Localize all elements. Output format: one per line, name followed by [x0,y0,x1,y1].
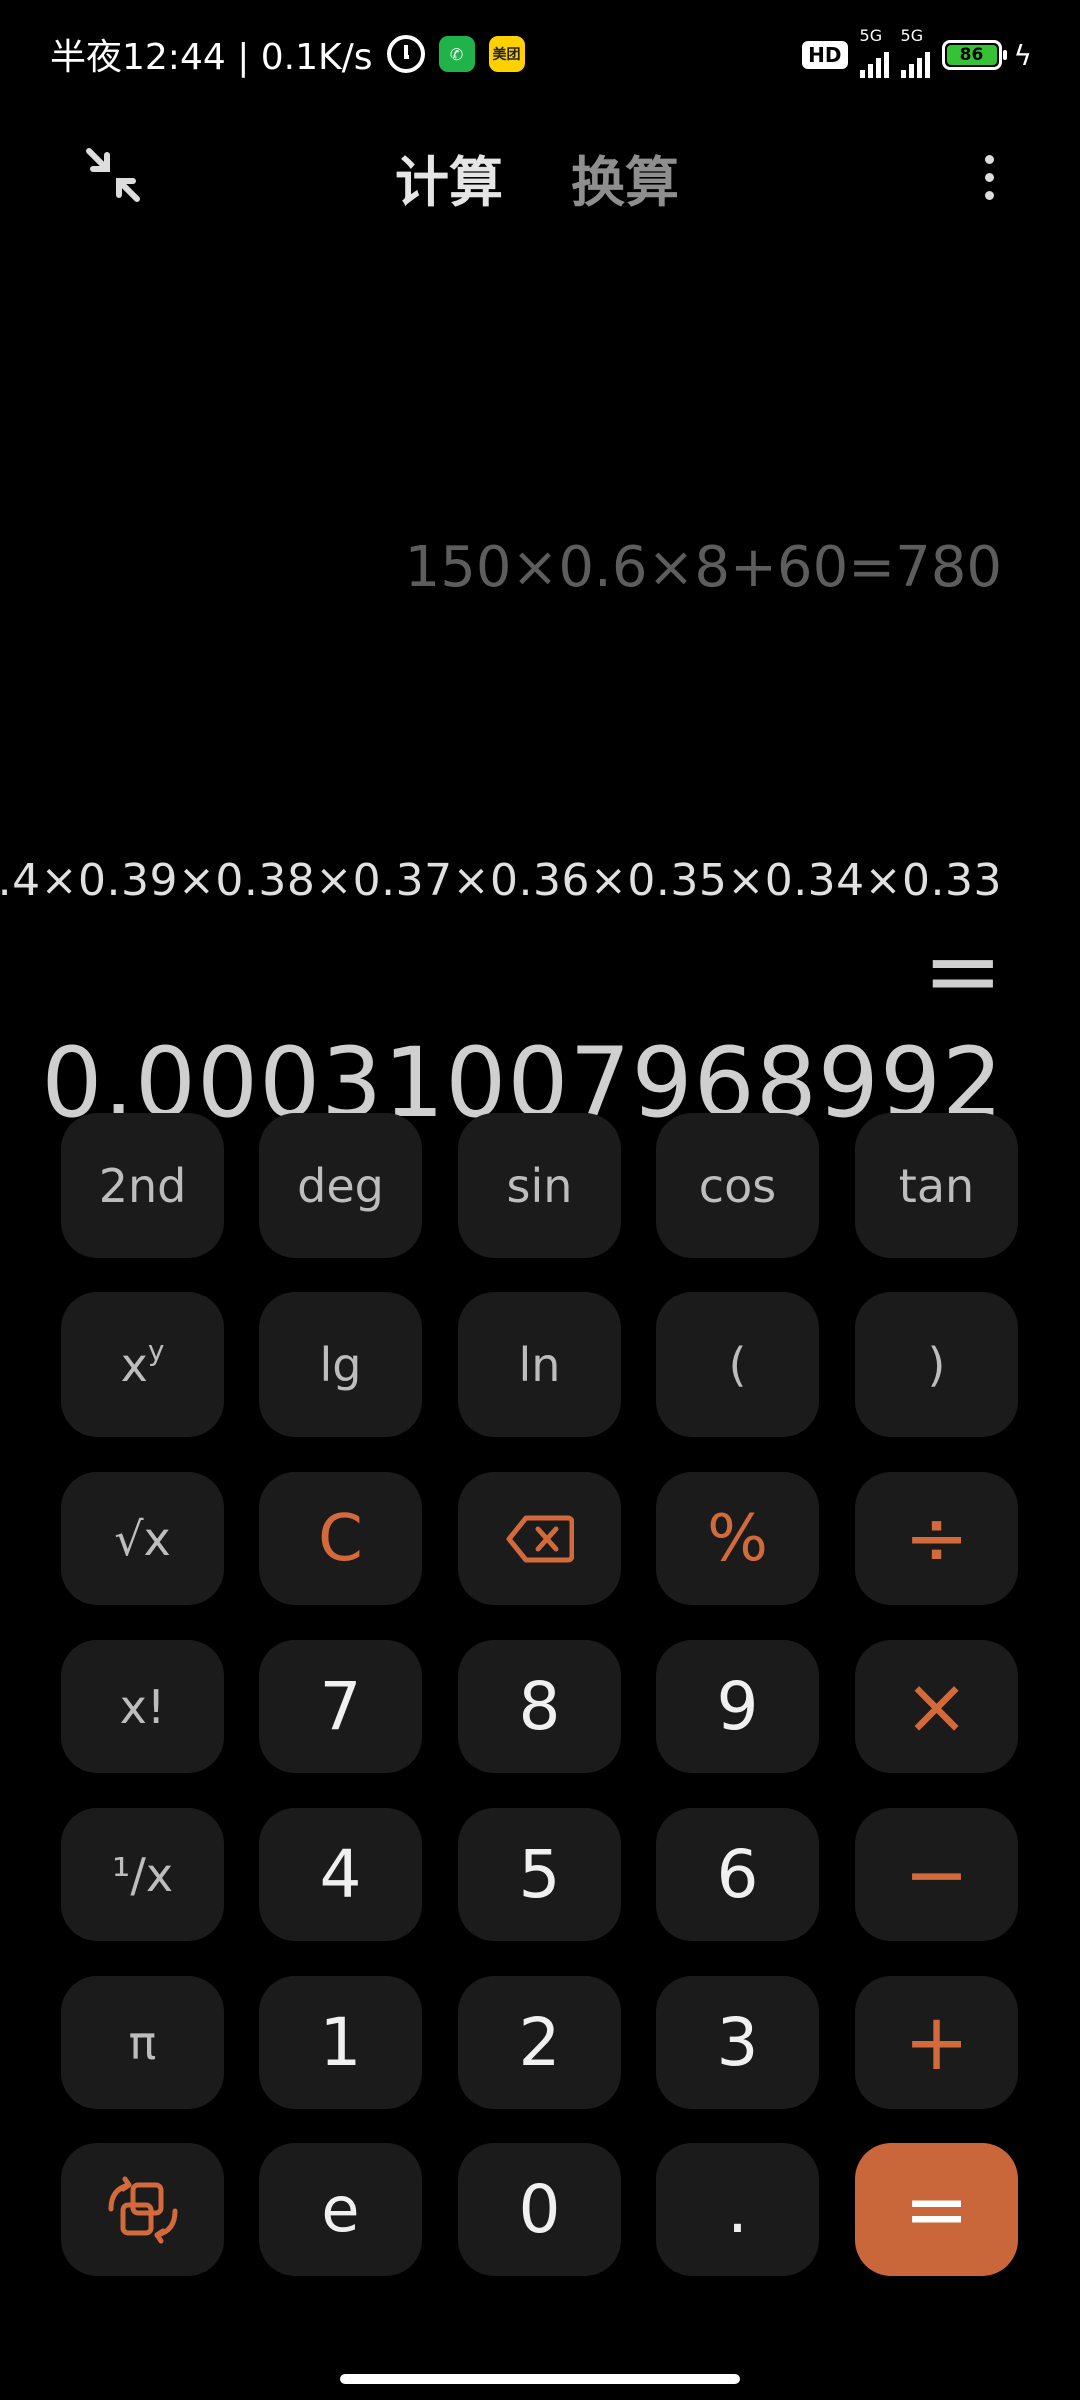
key-left-paren[interactable]: ( [656,1292,819,1437]
key-lg[interactable]: lg [259,1292,422,1437]
tab-convert[interactable]: 换算 [571,138,679,217]
key-decimal[interactable]: . [656,2143,819,2276]
battery-level: 86 [946,45,997,65]
collapse-button[interactable] [78,140,148,210]
key-ln[interactable]: ln [458,1292,621,1437]
home-indicator[interactable] [340,2374,740,2384]
key-reciprocal[interactable]: ¹/x [61,1808,224,1941]
key-5[interactable]: 5 [458,1808,621,1941]
key-percent[interactable]: % [656,1472,819,1605]
key-right-paren[interactable]: ) [855,1292,1018,1437]
sim2-network-label: 5G [900,26,924,45]
more-dot-icon [984,154,994,164]
charging-icon: ϟ [1013,38,1032,72]
history-line[interactable]: 150×0.6×8+60=780 [405,535,1002,600]
key-equals[interactable]: = [855,2143,1018,2276]
signal-icon-sim2: 5G [900,26,930,78]
key-minus[interactable]: − [855,1808,1018,1941]
key-backspace[interactable] [458,1472,621,1605]
key-sin[interactable]: sin [458,1113,621,1258]
hd-voice-icon: HD [802,41,848,69]
status-bar: 半夜12:44 | 0.1K/s ✆ 美团 HD 5G 5G 86 ϟ [0,0,1080,108]
meituan-app-icon: 美团 [488,36,525,72]
battery-icon: 86 [941,40,1007,70]
key-cos[interactable]: cos [656,1113,819,1258]
sim1-network-label: 5G [859,26,883,45]
key-4[interactable]: 4 [259,1808,422,1941]
backspace-icon [506,1515,574,1562]
key-pi[interactable]: π [61,1976,224,2109]
status-right: HD 5G 5G 86 ϟ [802,26,1032,80]
status-left: 半夜12:44 | 0.1K/s ✆ 美团 [50,28,525,80]
more-dot-icon [984,190,994,200]
key-deg[interactable]: deg [259,1113,422,1258]
key-factorial[interactable]: x! [61,1640,224,1773]
mode-tabs: 计算 换算 [395,138,679,217]
result-display: = 0.00031007968992 [41,915,1004,1139]
more-dot-icon [984,172,994,182]
key-tan[interactable]: tan [855,1113,1018,1258]
key-9[interactable]: 9 [656,1640,819,1773]
key-multiply[interactable]: × [855,1640,1018,1773]
key-2nd[interactable]: 2nd [61,1113,224,1258]
key-2[interactable]: 2 [458,1976,621,2109]
key-3[interactable]: 3 [656,1976,819,2109]
power-exp-label: y [147,1334,165,1367]
status-time: 半夜12:44 | 0.1K/s [50,37,373,78]
alarm-icon [386,35,425,73]
top-bar: 计算 换算 [0,120,1080,230]
key-7[interactable]: 7 [259,1640,422,1773]
key-e[interactable]: e [259,2143,422,2276]
key-power[interactable]: xy [61,1292,224,1437]
collapse-arrows-icon [86,148,140,202]
key-clear[interactable]: C [259,1472,422,1605]
key-switch-mode[interactable] [61,2143,224,2276]
tab-calculate[interactable]: 计算 [395,138,503,217]
key-8[interactable]: 8 [458,1640,621,1773]
key-sqrt[interactable]: √x [61,1472,224,1605]
switch-layout-icon [108,2176,177,2243]
more-options-button[interactable] [954,142,1024,212]
power-base-label: x [120,1337,148,1392]
signal-icon-sim1: 5G [859,26,889,78]
key-0[interactable]: 0 [458,2143,621,2276]
key-6[interactable]: 6 [656,1808,819,1941]
key-1[interactable]: 1 [259,1976,422,2109]
expression-display: 0.4×0.39×0.38×0.37×0.36×0.35×0.34×0.33 [0,855,1002,906]
phone-app-icon: ✆ [438,36,475,72]
key-plus[interactable]: + [855,1976,1018,2109]
key-divide[interactable]: ÷ [855,1472,1018,1605]
